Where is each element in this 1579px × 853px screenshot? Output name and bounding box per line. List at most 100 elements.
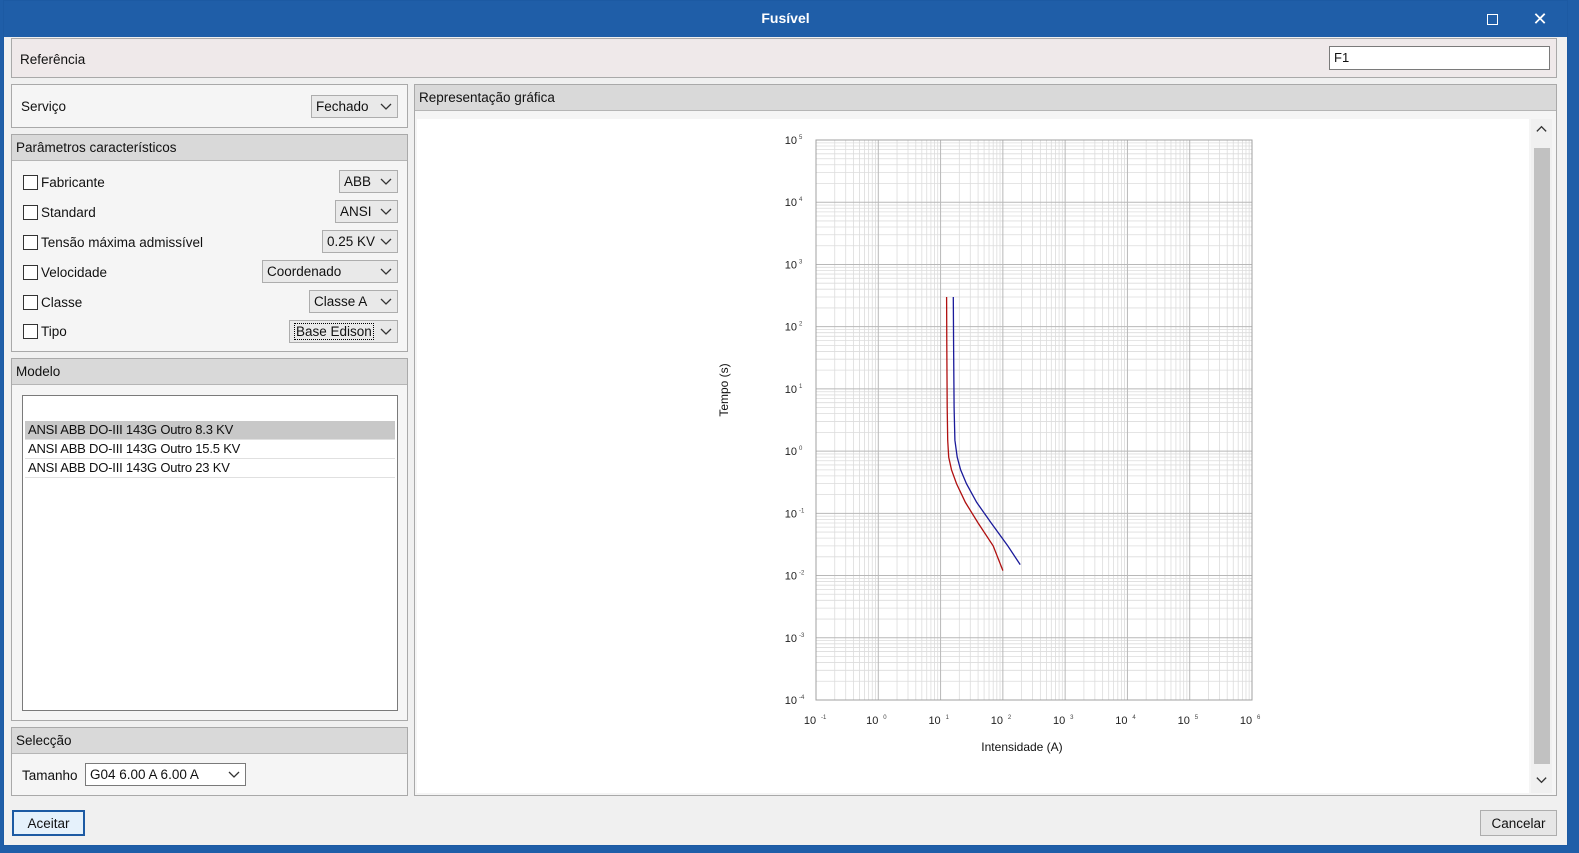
y-tick-label: 10 [785,571,797,583]
x-tick-exponent: 5 [1195,715,1199,721]
tipo-checkbox[interactable] [23,324,38,339]
y-tick-label: 10 [785,508,797,520]
y-tick-label: 10 [785,135,797,147]
chevron-down-icon [380,178,392,185]
x-tick-label: 10 [928,715,940,727]
fabricante-checkbox[interactable] [23,175,38,190]
tensao-checkbox[interactable] [23,235,38,250]
fabricante-label: Fabricante [41,175,105,190]
servico-value: Fechado [316,99,369,114]
close-button[interactable]: ✕ [1517,1,1563,37]
y-tick-label: 10 [785,384,797,396]
y-tick-exponent: -2 [799,571,805,577]
maximize-icon [1486,13,1498,25]
maximize-button[interactable] [1469,1,1515,37]
x-tick-label: 10 [1178,715,1190,727]
tipo-dropdown[interactable]: Base Edison [289,320,398,343]
x-tick-label: 10 [804,715,816,727]
grafica-panel: Representação gráfica 10 -1 10 0 10 1 10 2 10 3 10… [414,84,1557,796]
modelo-panel: Modelo ANSI ABB DO-III 143G Outro 8.3 KV… [11,358,408,721]
x-tick-exponent: 4 [1132,715,1136,721]
chevron-down-icon [380,103,392,110]
seleccao-panel: Selecção Tamanho G04 6.00 A 6.00 A [11,727,408,796]
tamanho-value: G04 6.00 A 6.00 A [90,767,199,782]
fuse-curve-chart: 10 -1 10 0 10 1 10 2 10 3 10 4 10 5 10 610 510 410 310 210 1… [717,135,1261,754]
x-tick-label: 10 [866,715,878,727]
y-tick-label: 10 [785,197,797,209]
y-tick-exponent: 3 [799,259,803,265]
close-icon: ✕ [1532,8,1548,29]
scroll-down-icon[interactable] [1535,773,1548,786]
tensao-value: 0.25 KV [327,234,376,249]
title-bar: Fusível ✕ [4,1,1567,37]
velocidade-value: Coordenado [267,264,342,279]
y-tick-exponent: 1 [799,384,803,390]
tipo-label: Tipo [41,324,67,339]
list-item[interactable]: ANSI ABB DO-III 143G Outro 15.5 KV [25,440,395,459]
fusivel-dialog: Fusível ✕ Referência F1 Serviço Fechado … [3,0,1568,846]
referencia-label: Referência [20,52,86,67]
x-tick-exponent: 0 [883,715,887,721]
cancelar-button[interactable]: Cancelar [1480,810,1557,836]
y-tick-label: 10 [785,259,797,271]
classe-dropdown[interactable]: Classe A [309,290,398,313]
standard-label: Standard [41,205,96,220]
velocidade-checkbox[interactable] [23,265,38,280]
tamanho-label: Tamanho [22,768,78,783]
tensao-dropdown[interactable]: 0.25 KV [322,230,398,253]
chevron-down-icon [380,328,392,335]
modelo-title: Modelo [12,359,407,385]
x-tick-label: 10 [1053,715,1065,727]
chevron-down-icon [380,298,392,305]
chevron-down-icon [380,268,392,275]
x-tick-label: 10 [991,715,1003,727]
y-tick-exponent: -1 [799,508,805,514]
x-tick-exponent: 6 [1257,715,1261,721]
fabricante-value: ABB [344,174,372,189]
y-tick-label: 10 [785,633,797,645]
standard-value: ANSI [340,204,372,219]
scroll-up-icon[interactable] [1535,123,1548,136]
y-tick-exponent: 5 [799,135,803,141]
y-tick-exponent: 0 [799,446,803,452]
x-tick-exponent: 3 [1070,715,1074,721]
servico-dropdown[interactable]: Fechado [311,95,398,118]
chart-area: 10 -1 10 0 10 1 10 2 10 3 10 4 10 5 10 6 10 5 10 4 10 3 10 2 10 1… [417,119,1529,793]
y-tick-label: 10 [785,695,797,707]
y-tick-label: 10 [785,446,797,458]
x-tick-label: 10 [1240,715,1252,727]
fabricante-dropdown[interactable]: ABB [339,170,398,193]
referencia-input[interactable]: F1 [1329,46,1550,70]
x-tick-exponent: -1 [821,715,827,721]
y-axis-label: Tempo (s) [717,363,731,416]
referencia-panel: Referência F1 [11,38,1557,78]
standard-checkbox[interactable] [23,205,38,220]
aceitar-button[interactable]: Aceitar [12,810,85,836]
grafica-title: Representação gráfica [415,85,1556,111]
classe-label: Classe [41,295,83,310]
classe-value: Classe A [314,294,368,309]
list-item[interactable]: ANSI ABB DO-III 143G Outro 23 KV [25,459,395,478]
x-axis-label: Intensidade (A) [981,740,1062,754]
y-tick-exponent: 4 [799,197,803,203]
seleccao-title: Selecção [12,728,407,754]
x-tick-exponent: 2 [1008,715,1012,721]
scroll-thumb[interactable] [1534,148,1550,764]
y-tick-exponent: -4 [799,695,805,701]
standard-dropdown[interactable]: ANSI [335,200,398,223]
tamanho-dropdown[interactable]: G04 6.00 A 6.00 A [85,763,246,786]
tipo-value: Base Edison [294,323,374,340]
chevron-down-icon [380,238,392,245]
list-item[interactable]: ANSI ABB DO-III 143G Outro 8.3 KV [25,421,395,440]
parametros-title: Parâmetros característicos [12,135,407,161]
parametros-panel: Parâmetros característicos Fabricante AB… [11,134,408,352]
y-tick-exponent: -3 [799,633,805,639]
series-line [952,296,1021,565]
servico-label: Serviço [21,99,67,114]
velocidade-label: Velocidade [41,265,108,280]
x-tick-label: 10 [1115,715,1127,727]
classe-checkbox[interactable] [23,295,38,310]
velocidade-dropdown[interactable]: Coordenado [262,260,398,283]
vertical-scrollbar[interactable] [1531,119,1552,793]
chevron-down-icon [380,208,392,215]
